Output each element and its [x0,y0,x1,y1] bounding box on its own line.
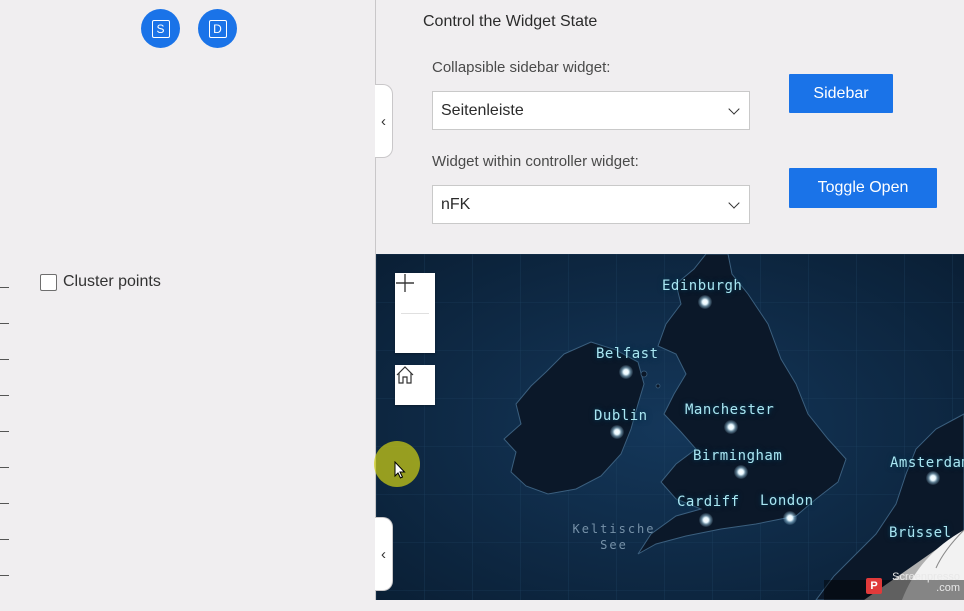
watermark-line2: .com [936,582,960,594]
sidebar-widget-select[interactable]: Seitenleiste [432,91,750,130]
tick [0,323,9,324]
d-button[interactable]: D [198,9,237,48]
city-label-amsterdam: Amsterdam [890,455,964,471]
toggle-open-button[interactable]: Toggle Open [789,168,937,208]
tick [0,467,9,468]
controller-widget-select[interactable]: nFK [432,185,750,224]
chevron-left-icon: ‹ [381,112,386,130]
watermark-text: Screenpresso .com [892,572,960,594]
sidebar-button[interactable]: Sidebar [789,74,893,113]
chevron-down-icon [728,102,740,115]
cluster-points-checkbox[interactable] [40,273,57,291]
tick [0,431,9,432]
collapse-tab-bottom[interactable]: ‹ [375,517,393,591]
chevron-left-icon: ‹ [381,545,386,563]
collapse-tab-top[interactable]: ‹ [375,84,393,158]
tick [0,503,9,504]
left-panel: S D Cluster points [0,0,375,600]
city-label-edinburgh: Edinburgh [662,278,743,294]
zoom-out-button[interactable] [395,282,435,353]
city-label-belfast: Belfast [596,346,659,362]
city-point [610,425,624,439]
city-point [724,420,738,434]
chevron-down-icon [728,196,740,209]
d-icon: D [208,19,227,38]
tick [0,395,9,396]
tick-marks [0,287,9,611]
city-point [698,295,712,309]
home-button[interactable] [395,365,435,405]
city-label-cardiff: Cardiff [677,494,740,510]
control-panel: Control the Widget State Collapsible sid… [376,0,964,254]
screenpresso-logo: P [866,578,882,594]
tick [0,575,9,576]
tick [0,287,9,288]
city-label-dublin: Dublin [594,408,648,424]
city-label-manchester: Manchester [685,402,775,418]
sea-label: Keltische See [572,521,656,553]
city-point [619,365,633,379]
cluster-points-label: Cluster points [63,273,161,290]
sea-label-line2: See [600,538,628,552]
s-button[interactable]: S [141,9,180,48]
minus-icon [396,282,414,284]
city-label-birmingham: Birmingham [693,448,783,464]
map-view[interactable]: Edinburgh Belfast Dublin Manchester Birm… [376,254,964,600]
sidebar-widget-value: Seitenleiste [441,101,524,119]
controller-widget-value: nFK [441,195,471,213]
controller-field-label: Widget within controller widget: [432,153,639,170]
tick [0,359,9,360]
s-icon: S [151,19,170,38]
mouse-cursor-icon [394,461,406,479]
screenpresso-watermark: P Screenpresso .com [824,520,964,600]
city-point [926,471,940,485]
sea-label-line1: Keltische [572,522,656,536]
city-point [783,511,797,525]
tick [0,539,9,540]
control-title: Control the Widget State [423,13,598,30]
city-label-london: London [760,493,814,509]
sidebar-field-label: Collapsible sidebar widget: [432,59,611,76]
home-icon [396,366,414,384]
city-point [734,465,748,479]
zoom-controls [395,273,435,353]
cluster-points-option[interactable]: Cluster points [40,273,161,291]
city-point [699,513,713,527]
